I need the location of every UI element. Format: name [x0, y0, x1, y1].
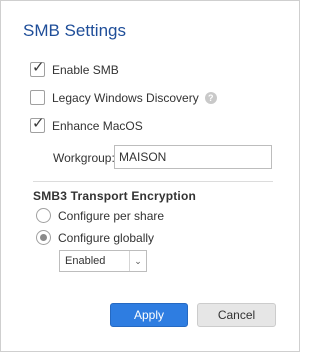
enhance-macos-checkbox[interactable]: ✓: [30, 114, 45, 133]
globally-label: Configure globally: [58, 230, 155, 245]
check-icon: ✓: [32, 114, 45, 132]
legacy-discovery-label: Legacy Windows Discovery: [52, 90, 199, 105]
encryption-mode-select[interactable]: Enabled ⌄: [59, 250, 147, 272]
check-icon: ✓: [32, 58, 45, 76]
per-share-radio[interactable]: [36, 208, 51, 223]
help-icon[interactable]: ?: [204, 91, 217, 104]
enhance-macos-option[interactable]: ✓ Enhance MacOS: [30, 114, 143, 133]
workgroup-input[interactable]: [114, 145, 272, 169]
enable-smb-checkbox[interactable]: ✓: [30, 58, 45, 77]
encryption-mode-value: Enabled: [65, 255, 106, 267]
enable-smb-label: Enable SMB: [52, 62, 119, 77]
workgroup-label: Workgroup:: [53, 151, 115, 165]
dialog-title: SMB Settings: [23, 21, 126, 40]
enable-smb-option[interactable]: ✓ Enable SMB: [30, 58, 119, 77]
globally-radio[interactable]: [36, 230, 51, 245]
per-share-label: Configure per share: [58, 208, 165, 223]
enhance-macos-label: Enhance MacOS: [52, 118, 143, 133]
legacy-discovery-option[interactable]: Legacy Windows Discovery ?: [30, 90, 217, 105]
chevron-down-icon[interactable]: ⌄: [129, 251, 146, 271]
per-share-option[interactable]: Configure per share: [36, 208, 164, 223]
encryption-heading: SMB3 Transport Encryption: [33, 189, 197, 203]
apply-button[interactable]: Apply: [110, 303, 188, 327]
section-divider: [33, 181, 273, 182]
globally-option[interactable]: Configure globally: [36, 230, 154, 245]
cancel-button[interactable]: Cancel: [197, 303, 276, 327]
smb-settings-dialog: SMB Settings ✓ Enable SMB Legacy Windows…: [0, 0, 300, 352]
legacy-discovery-checkbox[interactable]: [30, 90, 45, 105]
